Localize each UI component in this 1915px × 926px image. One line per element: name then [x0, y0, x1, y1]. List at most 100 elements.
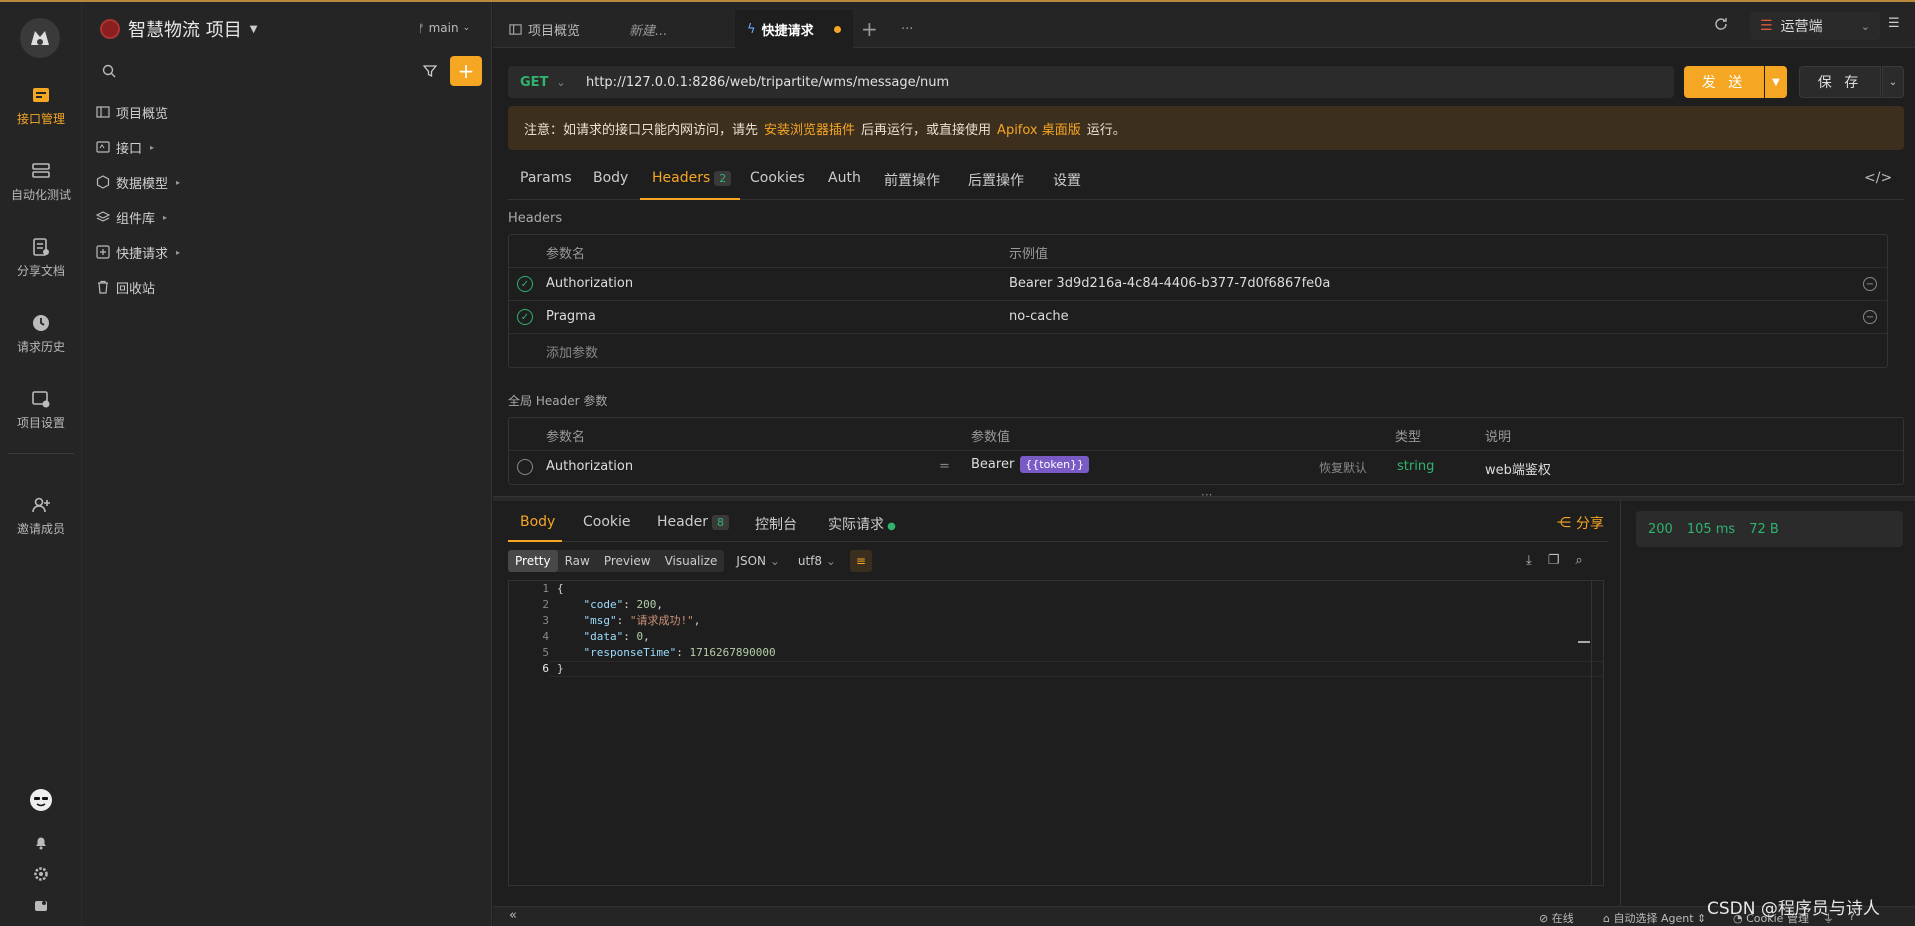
word-wrap-button[interactable]: ≡ [849, 550, 872, 572]
chevron-icon: ⇕ [1693, 912, 1707, 925]
api-folder-icon [96, 141, 110, 153]
tree-item-label: 组件库 [116, 211, 156, 227]
menu-button[interactable]: ☰ [1888, 16, 1900, 31]
doc-share-icon [33, 238, 49, 256]
refresh-button[interactable] [1713, 16, 1729, 36]
download-icon[interactable]: ⤓ [1526, 553, 1532, 568]
editor-scrollbar[interactable] [1578, 581, 1603, 885]
notice-prefix: 注意：如请求的接口只能内网访问，请先 [524, 122, 759, 138]
radio-unchecked-icon[interactable] [517, 459, 533, 475]
tree-item-api[interactable]: 接口 ▸ [96, 135, 154, 159]
view-preview[interactable]: Preview [597, 550, 658, 572]
tab-quick-request[interactable]: ϟ 快捷请求 [735, 10, 853, 48]
send-button[interactable]: 发 送 [1684, 66, 1764, 98]
environment-selector[interactable]: ☰ 运营端 ⌄ [1750, 12, 1880, 40]
status-footer: « ⊘ 在线 ⌂ 自动选择 Agent ⇕ ◔ Cookie 管理 ⏚ ? [493, 906, 1915, 926]
code-gen-button[interactable]: </> [1864, 170, 1892, 186]
response-body-editor[interactable]: 1 2 3 4 5 6 { "code": 200, "msg": "请求成功!… [508, 580, 1604, 886]
api-icon [33, 88, 49, 102]
notification-bell[interactable] [0, 834, 82, 854]
tree-item-data-model[interactable]: 数据模型 ▸ [96, 170, 180, 194]
tab-auth[interactable]: Auth [828, 170, 861, 186]
share-button[interactable]: ⋲ 分享 [1557, 513, 1604, 533]
tab-settings[interactable]: 设置 [1053, 170, 1081, 190]
rail-item-project-settings[interactable]: 项目设置 [0, 388, 82, 431]
tree-search-input[interactable] [94, 56, 414, 86]
add-param-row[interactable]: 添加参数 [509, 334, 1887, 367]
method-selector[interactable]: GET ⌄ [508, 75, 576, 90]
tab-cookies[interactable]: Cookies [750, 170, 805, 186]
remove-row-icon[interactable]: − [1863, 310, 1877, 324]
url-input[interactable]: http://127.0.0.1:8286/web/tripartite/wms… [576, 75, 949, 90]
copy-icon[interactable]: ❐ [1548, 553, 1560, 568]
collapse-sidebar-icon[interactable]: « [509, 908, 517, 923]
resp-tab-cookie[interactable]: Cookie [583, 514, 631, 530]
search-icon[interactable]: ⌕ [1575, 553, 1582, 568]
view-raw[interactable]: Raw [558, 550, 597, 572]
resp-tab-console[interactable]: 控制台 [755, 514, 797, 534]
format-dropdown[interactable]: JSON ⌄ [736, 554, 779, 568]
save-button[interactable]: 保 存 [1799, 66, 1881, 98]
rail-item-api[interactable]: 接口管理 [0, 84, 82, 127]
param-name[interactable]: Pragma [546, 309, 596, 324]
tab-params[interactable]: Params [520, 170, 572, 186]
settings-button[interactable] [0, 866, 82, 886]
tab-pre-processors[interactable]: 前置操作 [884, 170, 940, 190]
tree-item-overview[interactable]: 项目概览 [96, 100, 168, 124]
online-status[interactable]: ⊘ 在线 [1539, 910, 1574, 926]
add-param-placeholder[interactable]: 添加参数 [546, 342, 598, 361]
automation-icon [32, 163, 50, 178]
more-tabs-button[interactable]: ··· [889, 10, 925, 48]
resp-tab-body[interactable]: Body [520, 514, 555, 530]
tab-post-processors[interactable]: 后置操作 [968, 170, 1024, 190]
send-options-button[interactable]: ▼ [1765, 66, 1787, 98]
project-selector[interactable]: 智慧物流 项目 ▼ [100, 16, 257, 42]
tree-item-quick-request[interactable]: 快捷请求 ▸ [96, 240, 180, 264]
ellipsis-icon: ··· [901, 21, 914, 37]
tab-headers[interactable]: Headers 2 [652, 170, 732, 186]
trash-icon [98, 280, 108, 294]
param-value-cell[interactable]: Bearer {{token}} [971, 456, 1090, 473]
restore-default-link[interactable]: 恢复默认 [1319, 459, 1367, 476]
help-button[interactable] [0, 898, 82, 918]
chevron-down-icon: ⌄ [1860, 19, 1870, 33]
tree-item-trash[interactable]: 回收站 [96, 275, 155, 299]
branch-selector[interactable]: ᚠ main ⌄ [418, 21, 470, 35]
checkbox-checked-icon[interactable]: ✓ [517, 309, 533, 325]
param-value[interactable]: Bearer 3d9d216a-4c84-4406-b377-7d0f6867f… [1009, 276, 1330, 291]
user-avatar[interactable] [0, 788, 82, 816]
app-logo[interactable] [20, 18, 60, 58]
col-example-value: 示例值 [1009, 247, 1049, 262]
tab-body[interactable]: Body [593, 170, 628, 186]
headers-table: 参数名 示例值 ✓ Authorization Bearer 3d9d216a-… [508, 234, 1888, 368]
headers-count-badge: 2 [714, 171, 732, 186]
add-button[interactable]: + [450, 56, 482, 86]
rail-item-history[interactable]: 请求历史 [0, 312, 82, 355]
encoding-dropdown[interactable]: utf8 ⌄ [798, 554, 836, 568]
checkbox-checked-icon[interactable]: ✓ [517, 276, 533, 292]
panel-resize-handle[interactable]: ··· [493, 488, 1915, 502]
tab-new[interactable]: 新建... [617, 10, 679, 48]
rail-item-automation[interactable]: 自动化测试 [0, 160, 82, 203]
tree-item-label: 项目概览 [116, 106, 169, 122]
rail-item-invite[interactable]: 邀请成员 [0, 494, 82, 537]
agent-selector[interactable]: ⌂ 自动选择 Agent ⇕ [1603, 910, 1706, 926]
tree-item-components[interactable]: 组件库 ▸ [96, 205, 167, 229]
desktop-app-link[interactable]: Apifox 桌面版 [997, 119, 1081, 138]
tab-project-overview[interactable]: 项目概览 [497, 10, 592, 48]
new-tab-button[interactable]: + [849, 10, 890, 48]
global-headers-table: 参数名 参数值 类型 说明 Authorization = Bearer {{to… [508, 417, 1904, 485]
install-extension-link[interactable]: 安装浏览器插件 [764, 119, 855, 138]
save-options-button[interactable]: ⌄ [1882, 66, 1904, 98]
remove-row-icon[interactable]: − [1863, 277, 1877, 291]
view-mode-toggle: Pretty Raw Preview Visualize [508, 550, 725, 572]
param-name[interactable]: Authorization [546, 276, 633, 291]
response-actions: ⤓ ❐ ⌕ [1526, 553, 1583, 568]
resp-tab-header[interactable]: Header 8 [657, 514, 729, 530]
view-pretty[interactable]: Pretty [508, 550, 558, 572]
filter-button[interactable] [418, 58, 442, 84]
rail-item-doc-share[interactable]: 分享文档 [0, 236, 82, 279]
param-value[interactable]: no-cache [1009, 309, 1069, 324]
view-visualize[interactable]: Visualize [658, 550, 725, 572]
resp-tab-actual-request[interactable]: 实际请求 ● [828, 514, 896, 534]
